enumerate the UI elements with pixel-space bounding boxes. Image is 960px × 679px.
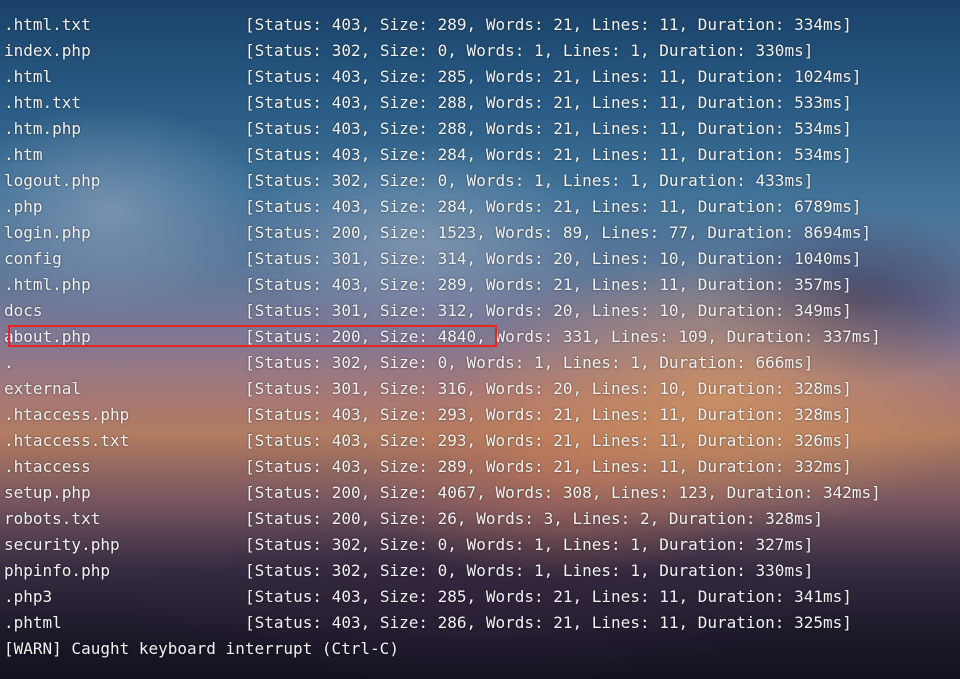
- result-line: .htm.php [Status: 403, Size: 288, Words: …: [4, 116, 960, 142]
- result-info: [Status: 403, Size: 293, Words: 21, Line…: [245, 431, 852, 450]
- result-line: .htaccess.php [Status: 403, Size: 293, Wo…: [4, 402, 960, 428]
- result-line: robots.txt [Status: 200, Size: 26, Words:…: [4, 506, 960, 532]
- warning-line: [WARN] Caught keyboard interrupt (Ctrl-C…: [4, 636, 960, 662]
- result-info: [Status: 403, Size: 284, Words: 21, Line…: [245, 145, 852, 164]
- result-path: docs: [4, 301, 43, 320]
- result-path: phpinfo.php: [4, 561, 110, 580]
- result-info: [Status: 302, Size: 0, Words: 1, Lines: …: [245, 41, 814, 60]
- result-path: .html.php: [4, 275, 91, 294]
- result-line: external [Status: 301, Size: 316, Words: …: [4, 376, 960, 402]
- result-line: .htm.txt [Status: 403, Size: 288, Words: …: [4, 90, 960, 116]
- result-line: login.php [Status: 200, Size: 1523, Words…: [4, 220, 960, 246]
- result-line: .php3 [Status: 403, Size: 285, Words: 21,…: [4, 584, 960, 610]
- result-info: [Status: 403, Size: 284, Words: 21, Line…: [245, 197, 862, 216]
- result-path: index.php: [4, 41, 91, 60]
- result-info: [Status: 301, Size: 312, Words: 20, Line…: [245, 301, 852, 320]
- result-path: security.php: [4, 535, 120, 554]
- result-line: .htaccess.txt [Status: 403, Size: 293, Wo…: [4, 428, 960, 454]
- result-path: logout.php: [4, 171, 101, 190]
- result-info: [Status: 302, Size: 0, Words: 1, Lines: …: [245, 561, 814, 580]
- result-path: .php: [4, 197, 43, 216]
- result-info: [Status: 302, Size: 0, Words: 1, Lines: …: [245, 353, 814, 372]
- result-info: [Status: 403, Size: 289, Words: 21, Line…: [245, 275, 852, 294]
- result-line: .php [Status: 403, Size: 284, Words: 21, …: [4, 194, 960, 220]
- result-line: docs [Status: 301, Size: 312, Words: 20, …: [4, 298, 960, 324]
- result-info: [Status: 301, Size: 316, Words: 20, Line…: [245, 379, 852, 398]
- result-info: [Status: 403, Size: 285, Words: 21, Line…: [245, 67, 862, 86]
- result-line: config [Status: 301, Size: 314, Words: 20…: [4, 246, 960, 272]
- result-info: [Status: 302, Size: 0, Words: 1, Lines: …: [245, 171, 814, 190]
- result-info: [Status: 200, Size: 26, Words: 3, Lines:…: [245, 509, 823, 528]
- result-path: .htaccess.txt: [4, 431, 130, 450]
- result-info: [Status: 403, Size: 288, Words: 21, Line…: [245, 93, 852, 112]
- result-line: .htaccess [Status: 403, Size: 289, Words:…: [4, 454, 960, 480]
- result-line: .phtml [Status: 403, Size: 286, Words: 21…: [4, 610, 960, 636]
- result-line: logout.php [Status: 302, Size: 0, Words: …: [4, 168, 960, 194]
- result-info: [Status: 302, Size: 0, Words: 1, Lines: …: [245, 535, 814, 554]
- result-info: [Status: 200, Size: 1523, Words: 89, Lin…: [245, 223, 872, 242]
- result-path: login.php: [4, 223, 91, 242]
- result-path: .php3: [4, 587, 53, 606]
- result-path: robots.txt: [4, 509, 101, 528]
- result-info: [Status: 403, Size: 286, Words: 21, Line…: [245, 613, 852, 632]
- result-path: config: [4, 249, 62, 268]
- result-line: . [Status: 302, Size: 0, Words: 1, Lines:…: [4, 350, 960, 376]
- result-line: phpinfo.php [Status: 302, Size: 0, Words:…: [4, 558, 960, 584]
- result-path: .html: [4, 67, 53, 86]
- result-info: [Status: 301, Size: 314, Words: 20, Line…: [245, 249, 862, 268]
- result-line: index.php [Status: 302, Size: 0, Words: 1…: [4, 38, 960, 64]
- result-info: [Status: 403, Size: 288, Words: 21, Line…: [245, 119, 852, 138]
- result-info: [Status: 403, Size: 289, Words: 21, Line…: [245, 15, 852, 34]
- result-path: .htaccess: [4, 457, 91, 476]
- result-path: external: [4, 379, 82, 398]
- result-path: .: [4, 353, 14, 372]
- result-info: [Status: 403, Size: 285, Words: 21, Line…: [245, 587, 852, 606]
- result-path: .phtml: [4, 613, 62, 632]
- result-line: .html [Status: 403, Size: 285, Words: 21,…: [4, 64, 960, 90]
- result-line: .html.txt [Status: 403, Size: 289, Words:…: [4, 12, 960, 38]
- result-info: [Status: 403, Size: 289, Words: 21, Line…: [245, 457, 852, 476]
- result-line: setup.php [Status: 200, Size: 4067, Words…: [4, 480, 960, 506]
- result-line: security.php [Status: 302, Size: 0, Words…: [4, 532, 960, 558]
- warning-message: [WARN] Caught keyboard interrupt (Ctrl-C…: [4, 639, 399, 658]
- result-line: .htm [Status: 403, Size: 284, Words: 21, …: [4, 142, 960, 168]
- result-line: .html.php [Status: 403, Size: 289, Words:…: [4, 272, 960, 298]
- result-path: setup.php: [4, 483, 91, 502]
- result-path: .htm: [4, 145, 43, 164]
- result-path: .htaccess.php: [4, 405, 130, 424]
- result-path: .htm.txt: [4, 93, 82, 112]
- result-path: .html.txt: [4, 15, 91, 34]
- result-path: .htm.php: [4, 119, 82, 138]
- result-info: [Status: 403, Size: 293, Words: 21, Line…: [245, 405, 852, 424]
- highlight-box: [8, 325, 497, 347]
- result-info: [Status: 200, Size: 4067, Words: 308, Li…: [245, 483, 881, 502]
